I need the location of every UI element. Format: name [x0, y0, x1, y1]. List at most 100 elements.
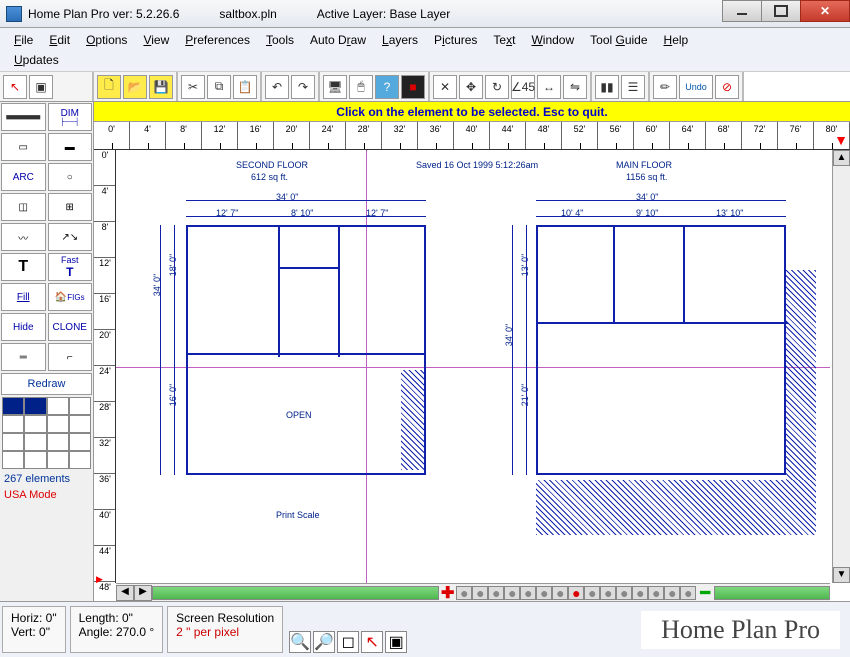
- figs-tool[interactable]: 🏠FIGs: [48, 283, 93, 311]
- paste-button[interactable]: 📋: [233, 75, 257, 99]
- circle-tool[interactable]: ○: [48, 163, 93, 191]
- fill-tool[interactable]: Fill: [1, 283, 46, 311]
- help-button[interactable]: ?: [375, 75, 399, 99]
- status-position: Horiz: 0" Vert: 0": [2, 606, 66, 653]
- copy-button[interactable]: ⧉: [207, 75, 231, 99]
- menu-view[interactable]: View: [135, 31, 177, 49]
- top-toolbar: ↖ ▣ 🗋 📂 💾 ✂ ⧉ 📋 ↶ ↷ 🖥 🖱 ? ■ ✕ ✥ ↻ ∠45 ↔ …: [0, 72, 850, 102]
- minimize-button[interactable]: [722, 0, 762, 22]
- menu-edit[interactable]: Edit: [41, 31, 78, 49]
- clone-tool[interactable]: CLONE: [48, 313, 93, 341]
- mouse-button[interactable]: 🖱: [349, 75, 373, 99]
- zoom-select-icon[interactable]: ↖: [361, 631, 383, 653]
- menu-tools[interactable]: Tools: [258, 31, 302, 49]
- menu-toolguide[interactable]: Tool Guide: [582, 31, 655, 49]
- element-count: 267 elements: [0, 471, 93, 487]
- curve-tool[interactable]: 〰: [1, 223, 46, 251]
- redo-button[interactable]: ↷: [291, 75, 315, 99]
- second-floor-outline: [186, 225, 426, 355]
- scroll-up-icon[interactable]: ▲: [833, 150, 850, 166]
- angle-button[interactable]: ∠45: [511, 75, 535, 99]
- scroll-left-icon[interactable]: ◀: [116, 585, 134, 601]
- fast-text-tool[interactable]: FastT: [48, 253, 93, 281]
- main-floor-label: MAIN FLOOR: [616, 160, 672, 170]
- color-palette[interactable]: [2, 397, 91, 469]
- flip-v-button[interactable]: ☰: [621, 75, 645, 99]
- plus-icon[interactable]: ✚: [439, 583, 456, 603]
- line-tool[interactable]: [1, 103, 46, 131]
- menu-help[interactable]: Help: [656, 31, 697, 49]
- slider-track[interactable]: [152, 586, 439, 600]
- filename: saltbox.pln: [219, 7, 276, 21]
- main-floor-outline: [536, 225, 786, 475]
- window-tool[interactable]: ⊞: [48, 193, 93, 221]
- new-file-button[interactable]: 🗋: [97, 75, 121, 99]
- vertical-scrollbar[interactable]: ▲ ▼: [832, 150, 850, 583]
- ruler-marker-icon: ▼: [834, 132, 848, 148]
- minus-icon[interactable]: ━: [696, 583, 714, 603]
- polyline-tool[interactable]: ↗↘: [48, 223, 93, 251]
- maximize-button[interactable]: [761, 0, 801, 22]
- menu-layers[interactable]: Layers: [374, 31, 426, 49]
- menu-updates[interactable]: Updates: [6, 51, 67, 69]
- door-tool[interactable]: ◫: [1, 193, 46, 221]
- move-button[interactable]: ✥: [459, 75, 483, 99]
- hint-bar: Click on the element to be selected. Esc…: [94, 102, 850, 122]
- rect-fill-tool[interactable]: ▬: [48, 133, 93, 161]
- eraser-button[interactable]: ✏: [653, 75, 677, 99]
- mirror-button[interactable]: ⇋: [563, 75, 587, 99]
- screen-button[interactable]: 🖥: [323, 75, 347, 99]
- text-tool[interactable]: T: [1, 253, 46, 281]
- second-floor-sqft: 612 sq ft.: [251, 172, 288, 182]
- menu-preferences[interactable]: Preferences: [177, 31, 258, 49]
- hide-tool[interactable]: Hide: [1, 313, 46, 341]
- wall-tool[interactable]: ═: [1, 343, 46, 371]
- menubar: File Edit Options View Preferences Tools…: [0, 28, 850, 72]
- horizontal-ruler: 0'4'8'12'16'20'24'28'32'36'40'44'48'52'5…: [94, 122, 850, 150]
- left-tool-palette: DIM├──┤ ▭ ▬ ARC ○ ◫ ⊞ 〰 ↗↘ T FastT Fill …: [0, 102, 94, 601]
- active-layer: Active Layer: Base Layer: [317, 7, 450, 21]
- menu-autodraw[interactable]: Auto Draw: [302, 31, 374, 49]
- save-file-button[interactable]: 💾: [149, 75, 173, 99]
- app-title: Home Plan Pro ver: 5.2.26.6: [28, 7, 179, 21]
- cut-button[interactable]: ✂: [181, 75, 205, 99]
- delete-button[interactable]: ✕: [433, 75, 457, 99]
- zoom-fit-icon[interactable]: ◻: [337, 631, 359, 653]
- rect-tool[interactable]: ▭: [1, 133, 46, 161]
- vertical-ruler: 0'4'8'12'16'20'24'28'32'36'40'44'48'52' …: [94, 150, 116, 583]
- ruler-v-marker-icon: ▶: [96, 574, 103, 585]
- app-icon: [6, 6, 22, 22]
- menu-options[interactable]: Options: [78, 31, 135, 49]
- menu-pictures[interactable]: Pictures: [426, 31, 485, 49]
- flip-h-button[interactable]: ▮▮: [595, 75, 619, 99]
- exit-button[interactable]: ■: [401, 75, 425, 99]
- undo-text-button[interactable]: Undo: [679, 75, 713, 99]
- arc-tool[interactable]: ARC: [1, 163, 46, 191]
- drawing-canvas[interactable]: SECOND FLOOR 612 sq ft. Saved 16 Oct 199…: [116, 150, 830, 583]
- zoom-in-icon[interactable]: 🔍: [289, 631, 311, 653]
- zoom-controls: 🔍 🔎 ◻ ↖ ▣: [285, 602, 411, 657]
- rotate-button[interactable]: ↻: [485, 75, 509, 99]
- menu-window[interactable]: Window: [523, 31, 582, 49]
- bottom-slider: ◀ ▶ ✚ ●●●● ●●● ● ●●●● ●●● ━: [116, 583, 830, 601]
- bracket-tool[interactable]: ⌐: [48, 343, 93, 371]
- measure-button[interactable]: ↔: [537, 75, 561, 99]
- undo-button[interactable]: ↶: [265, 75, 289, 99]
- zoom-window-icon[interactable]: ▣: [385, 631, 407, 653]
- scroll-down-icon[interactable]: ▼: [833, 567, 850, 583]
- dim-tool[interactable]: DIM├──┤: [48, 103, 93, 131]
- redraw-button[interactable]: Redraw: [1, 373, 92, 395]
- status-measure: Length: 0" Angle: 270.0 °: [70, 606, 164, 653]
- menu-text[interactable]: Text: [485, 31, 523, 49]
- main-floor-sqft: 1156 sq ft.: [626, 172, 667, 182]
- mode-label: USA Mode: [0, 487, 93, 503]
- zoom-out-icon[interactable]: 🔎: [313, 631, 335, 653]
- close-button[interactable]: [800, 0, 850, 22]
- open-file-button[interactable]: 📂: [123, 75, 147, 99]
- status-resolution: Screen Resolution 2 " per pixel: [167, 606, 283, 653]
- menu-file[interactable]: File: [6, 31, 41, 49]
- cancel-button[interactable]: ⊘: [715, 75, 739, 99]
- scroll-right-icon[interactable]: ▶: [134, 585, 152, 601]
- titlebar: Home Plan Pro ver: 5.2.26.6 saltbox.pln …: [0, 0, 850, 28]
- second-floor-label: SECOND FLOOR: [236, 160, 308, 170]
